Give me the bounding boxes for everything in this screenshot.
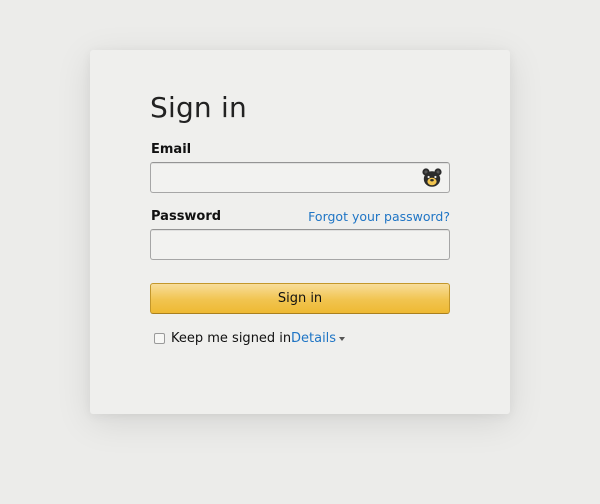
sign-in-card: Sign in Email Password Forgot your passw… (90, 50, 510, 414)
keep-signed-in-checkbox[interactable] (154, 333, 165, 344)
password-field[interactable] (150, 229, 450, 260)
page: Sign in Email Password Forgot your passw… (0, 0, 600, 504)
password-label: Password (151, 209, 222, 224)
bear-icon[interactable] (421, 167, 443, 189)
page-title: Sign in (150, 91, 247, 124)
sign-in-button[interactable]: Sign in (150, 283, 450, 314)
forgot-password-link[interactable]: Forgot your password? (308, 209, 450, 225)
email-field[interactable] (150, 162, 450, 193)
caret-down-icon[interactable] (339, 337, 345, 341)
details-link[interactable]: Details (291, 331, 336, 347)
email-label: Email (151, 142, 192, 157)
keep-signed-in-label[interactable]: Keep me signed in. (171, 331, 295, 347)
